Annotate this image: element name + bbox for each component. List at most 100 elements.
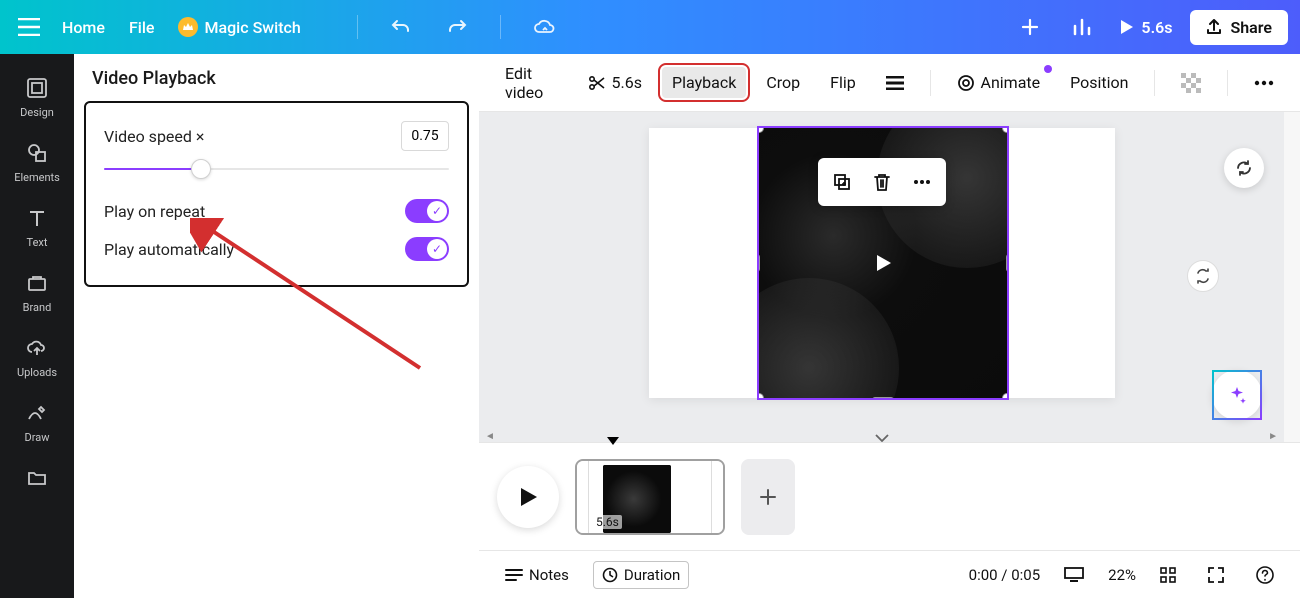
position-button[interactable]: Position [1060, 67, 1138, 98]
video-speed-slider[interactable] [104, 159, 449, 179]
swap-button[interactable] [1187, 260, 1219, 292]
magic-switch-button[interactable]: Magic Switch [178, 17, 300, 37]
crop-button[interactable]: Crop [756, 67, 810, 98]
rail-uploads[interactable]: Uploads [0, 324, 74, 389]
autoplay-toggle[interactable]: ✓ [405, 237, 449, 261]
rail-label: Uploads [17, 366, 57, 379]
rail-label: Text [27, 236, 48, 249]
resize-handle[interactable] [1006, 254, 1007, 272]
animate-icon [957, 74, 975, 92]
present-duration-label: 5.6s [1141, 18, 1172, 37]
undo-button[interactable] [384, 10, 418, 44]
scroll-left-icon[interactable]: ◄ [485, 431, 495, 442]
elements-icon [25, 141, 49, 165]
regenerate-button[interactable] [1224, 148, 1264, 188]
resize-handle[interactable] [1002, 393, 1007, 398]
refresh-icon [1234, 158, 1254, 178]
animate-button[interactable]: Animate [947, 67, 1051, 98]
duration-button[interactable]: Duration [593, 561, 689, 589]
clip-trim-handle-right[interactable] [711, 461, 723, 533]
top-bar: Home File Magic Switch 5.6s [0, 0, 1300, 54]
timeline-clip[interactable]: 5.6s [575, 459, 725, 535]
redo-button[interactable] [440, 10, 474, 44]
analytics-button[interactable] [1065, 10, 1099, 44]
rail-draw[interactable]: Draw [0, 389, 74, 454]
upload-icon [25, 336, 49, 360]
separator [1154, 70, 1155, 96]
play-overlay-icon[interactable] [872, 252, 894, 274]
text-icon [25, 206, 49, 230]
playhead-marker[interactable] [607, 437, 619, 445]
share-button[interactable]: Share [1190, 10, 1288, 45]
swap-icon [1195, 268, 1211, 284]
folder-icon [25, 466, 49, 490]
add-page-button[interactable] [741, 459, 795, 535]
rail-text[interactable]: Text [0, 194, 74, 259]
playback-button[interactable]: Playback [662, 67, 746, 98]
element-toolbar: Edit video 5.6s Playback Crop Flip Anima… [479, 54, 1300, 112]
rail-elements[interactable]: Elements [0, 129, 74, 194]
notes-button[interactable]: Notes [497, 562, 577, 588]
rail-label: Brand [23, 301, 52, 314]
rail-label: Elements [14, 171, 60, 184]
vertical-scrollbar[interactable] [1284, 112, 1300, 442]
more-icon [913, 179, 931, 185]
cloud-sync-icon[interactable] [527, 10, 561, 44]
clip-body[interactable]: 5.6s [589, 461, 711, 533]
scroll-right-icon[interactable]: ► [1268, 431, 1278, 442]
rail-brand[interactable]: Brand [0, 259, 74, 324]
trash-icon [873, 172, 891, 192]
element-floating-toolbar [818, 158, 946, 206]
magic-switch-label: Magic Switch [204, 18, 300, 37]
resize-handle[interactable] [759, 254, 760, 272]
trim-button[interactable]: 5.6s [578, 67, 652, 98]
view-mode-button[interactable] [1056, 563, 1092, 587]
clip-trim-handle-left[interactable] [577, 461, 589, 533]
collapse-timeline-button[interactable] [867, 432, 897, 442]
delete-button[interactable] [864, 164, 900, 200]
clip-duration-label: 5.6s [593, 515, 622, 529]
play-icon [518, 486, 538, 508]
help-button[interactable] [1248, 562, 1282, 588]
status-bar: Notes Duration 0:00 / 0:05 22% [479, 550, 1300, 598]
separator [1227, 70, 1228, 96]
fullscreen-button[interactable] [1200, 563, 1232, 587]
transparency-icon [1181, 73, 1201, 93]
menu-button[interactable] [12, 10, 46, 44]
more-icon [1254, 80, 1274, 86]
zoom-level[interactable]: 22% [1108, 566, 1136, 584]
separator [357, 15, 358, 39]
check-icon: ✓ [427, 239, 447, 259]
file-menu[interactable]: File [129, 18, 155, 37]
repeat-label: Play on repeat [104, 202, 205, 221]
notification-dot [1044, 65, 1052, 73]
transparency-button[interactable] [1171, 67, 1211, 99]
video-speed-input[interactable] [401, 121, 449, 151]
grid-view-button[interactable] [1152, 563, 1184, 587]
home-link[interactable]: Home [62, 18, 105, 37]
duplicate-button[interactable] [824, 164, 860, 200]
separator [500, 15, 501, 39]
expand-icon [1208, 567, 1224, 583]
list-style-button[interactable] [876, 70, 914, 96]
edit-video-button[interactable]: Edit video [495, 58, 568, 108]
repeat-toggle[interactable]: ✓ [405, 199, 449, 223]
lines-icon [886, 76, 904, 90]
timeline-play-button[interactable] [497, 466, 559, 528]
present-button[interactable]: 5.6s [1117, 18, 1172, 37]
chevron-down-icon [875, 434, 889, 442]
slider-thumb[interactable] [191, 159, 211, 179]
help-icon [1256, 566, 1274, 584]
brand-icon [25, 271, 49, 295]
element-more-button[interactable] [904, 164, 940, 200]
add-button[interactable] [1013, 10, 1047, 44]
ai-assistant-button[interactable] [1212, 370, 1262, 420]
more-button[interactable] [1244, 74, 1284, 92]
video-speed-label: Video speed × [104, 127, 204, 146]
rail-design[interactable]: Design [0, 64, 74, 129]
rail-projects[interactable] [0, 454, 74, 490]
flip-button[interactable]: Flip [820, 67, 866, 98]
canvas-area[interactable]: ◄ ► [479, 112, 1284, 442]
resize-handle[interactable] [872, 397, 894, 398]
sparkle-icon [1226, 384, 1248, 406]
